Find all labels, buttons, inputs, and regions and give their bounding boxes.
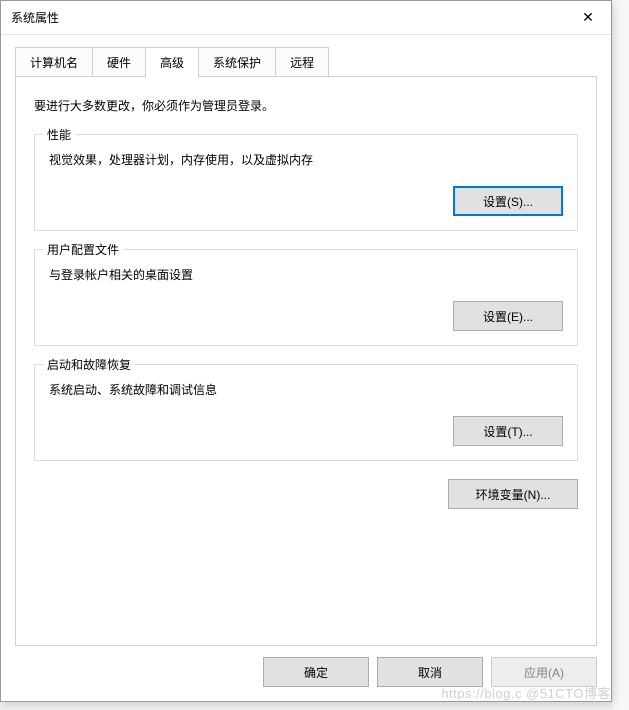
tab-remote[interactable]: 远程 [275, 47, 329, 77]
user-profiles-button-row: 设置(E)... [49, 301, 563, 331]
background-strip [613, 0, 629, 710]
user-profiles-settings-button[interactable]: 设置(E)... [453, 301, 563, 331]
tab-advanced[interactable]: 高级 [145, 47, 199, 78]
dialog-footer: 确定 取消 应用(A) [263, 657, 597, 687]
performance-title: 性能 [43, 126, 75, 143]
dialog-title: 系统属性 [11, 9, 59, 26]
admin-instruction: 要进行大多数更改，你必须作为管理员登录。 [34, 97, 578, 114]
startup-recovery-button-row: 设置(T)... [49, 416, 563, 446]
startup-recovery-group: 启动和故障恢复 系统启动、系统故障和调试信息 设置(T)... [34, 364, 578, 461]
performance-desc: 视觉效果，处理器计划，内存使用，以及虚拟内存 [49, 151, 563, 168]
user-profiles-desc: 与登录帐户相关的桌面设置 [49, 266, 563, 283]
env-var-row: 环境变量(N)... [34, 479, 578, 509]
performance-group: 性能 视觉效果，处理器计划，内存使用，以及虚拟内存 设置(S)... [34, 134, 578, 231]
startup-recovery-title: 启动和故障恢复 [43, 356, 135, 373]
tab-hardware[interactable]: 硬件 [92, 47, 146, 77]
apply-button[interactable]: 应用(A) [491, 657, 597, 687]
user-profiles-group: 用户配置文件 与登录帐户相关的桌面设置 设置(E)... [34, 249, 578, 346]
performance-settings-button[interactable]: 设置(S)... [453, 186, 563, 216]
environment-variables-button[interactable]: 环境变量(N)... [448, 479, 578, 509]
system-properties-dialog: 系统属性 ✕ 计算机名 硬件 高级 系统保护 远程 要进行大多数更改，你必须作为… [0, 0, 612, 702]
tab-system-protection[interactable]: 系统保护 [198, 47, 276, 77]
ok-button[interactable]: 确定 [263, 657, 369, 687]
user-profiles-title: 用户配置文件 [43, 241, 123, 258]
titlebar: 系统属性 ✕ [1, 1, 611, 35]
performance-button-row: 设置(S)... [49, 186, 563, 216]
cancel-button[interactable]: 取消 [377, 657, 483, 687]
startup-recovery-desc: 系统启动、系统故障和调试信息 [49, 381, 563, 398]
tab-strip: 计算机名 硬件 高级 系统保护 远程 [1, 35, 611, 77]
tab-computer-name[interactable]: 计算机名 [15, 47, 93, 77]
close-button[interactable]: ✕ [565, 2, 611, 34]
startup-recovery-settings-button[interactable]: 设置(T)... [453, 416, 563, 446]
tab-panel-advanced: 要进行大多数更改，你必须作为管理员登录。 性能 视觉效果，处理器计划，内存使用，… [15, 76, 597, 646]
close-icon: ✕ [582, 9, 594, 26]
